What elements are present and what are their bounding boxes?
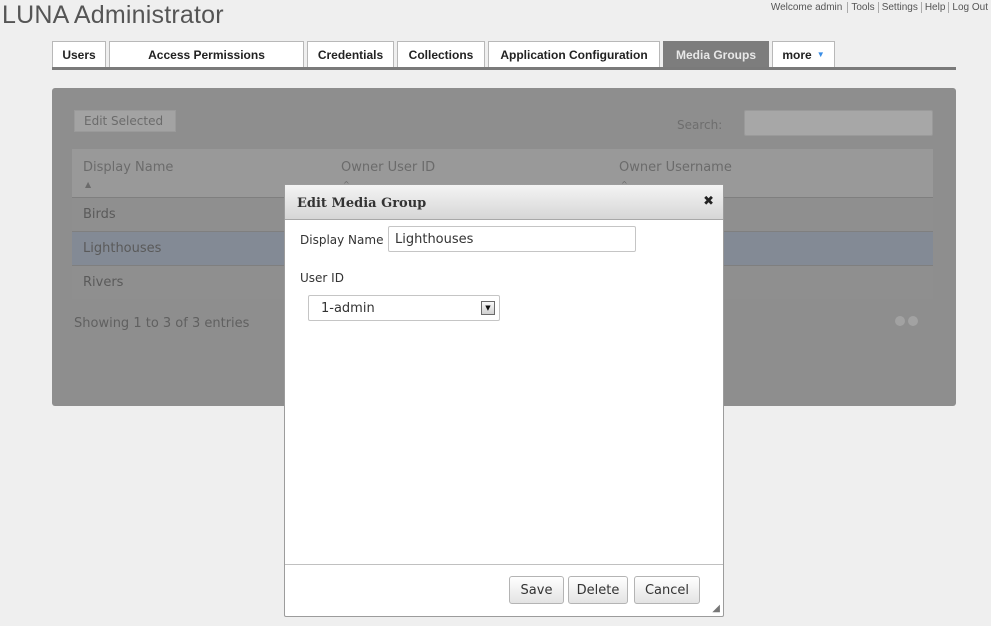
top-links: Welcome admin Tools Settings Help Log Ou…	[771, 2, 991, 13]
settings-link[interactable]: Settings	[877, 2, 921, 13]
pagination	[895, 316, 918, 326]
welcome-text: Welcome admin	[770, 2, 843, 13]
dialog-footer: Save Delete Cancel ◢	[285, 564, 723, 616]
user-id-selected-value: 1-admin	[321, 301, 375, 316]
tab-label: Access Permissions	[148, 47, 265, 62]
search-input[interactable]	[744, 110, 933, 136]
next-page-icon[interactable]	[908, 316, 918, 326]
logout-link[interactable]: Log Out	[948, 2, 991, 13]
tools-link[interactable]: Tools	[847, 2, 877, 13]
tab-label: more	[782, 47, 812, 62]
main-tabs: Users Access Permissions Credentials Col…	[52, 40, 956, 70]
user-id-label: User ID	[300, 271, 344, 285]
tab-more[interactable]: more ▼	[772, 41, 835, 67]
tab-label: Collections	[408, 47, 474, 62]
delete-button[interactable]: Delete	[568, 576, 628, 604]
tab-label: Users	[62, 47, 96, 62]
tab-label: Media Groups	[675, 47, 756, 62]
save-button[interactable]: Save	[509, 576, 564, 604]
dropdown-arrow-icon[interactable]: ▼	[481, 301, 495, 315]
display-name-label: Display Name	[300, 233, 384, 247]
column-header-display-name[interactable]: Display Name	[83, 160, 173, 175]
help-link[interactable]: Help	[920, 2, 949, 13]
tab-credentials[interactable]: Credentials	[307, 41, 394, 67]
column-header-owner-user-id[interactable]: Owner User ID	[341, 160, 435, 175]
app-title: LUNA Administrator	[2, 1, 224, 29]
tab-label: Application Configuration	[500, 47, 648, 62]
dialog-title: Edit Media Group	[297, 196, 427, 211]
tab-access-permissions[interactable]: Access Permissions	[109, 41, 304, 67]
edit-media-group-dialog: Edit Media Group ✖ Display Name User ID …	[284, 184, 724, 617]
column-header-owner-username[interactable]: Owner Username	[619, 160, 732, 175]
tab-users[interactable]: Users	[52, 41, 106, 67]
tab-label: Credentials	[317, 47, 384, 62]
close-icon[interactable]: ✖	[703, 194, 714, 209]
previous-page-icon[interactable]	[895, 316, 905, 326]
sort-asc-icon: ▲	[85, 180, 92, 189]
cancel-button[interactable]: Cancel	[634, 576, 700, 604]
search-label: Search:	[677, 118, 723, 132]
chevron-down-icon: ▼	[816, 50, 825, 59]
resize-handle-icon[interactable]: ◢	[712, 603, 720, 614]
dialog-header: Edit Media Group ✖	[285, 185, 723, 220]
user-id-select[interactable]: 1-admin ▼	[308, 295, 500, 321]
tab-media-groups[interactable]: Media Groups	[663, 41, 769, 67]
table-info: Showing 1 to 3 of 3 entries	[74, 316, 250, 331]
edit-selected-button[interactable]: Edit Selected	[74, 110, 176, 132]
display-name-field[interactable]	[388, 226, 636, 252]
tab-application-configuration[interactable]: Application Configuration	[488, 41, 660, 67]
tab-collections[interactable]: Collections	[397, 41, 485, 67]
